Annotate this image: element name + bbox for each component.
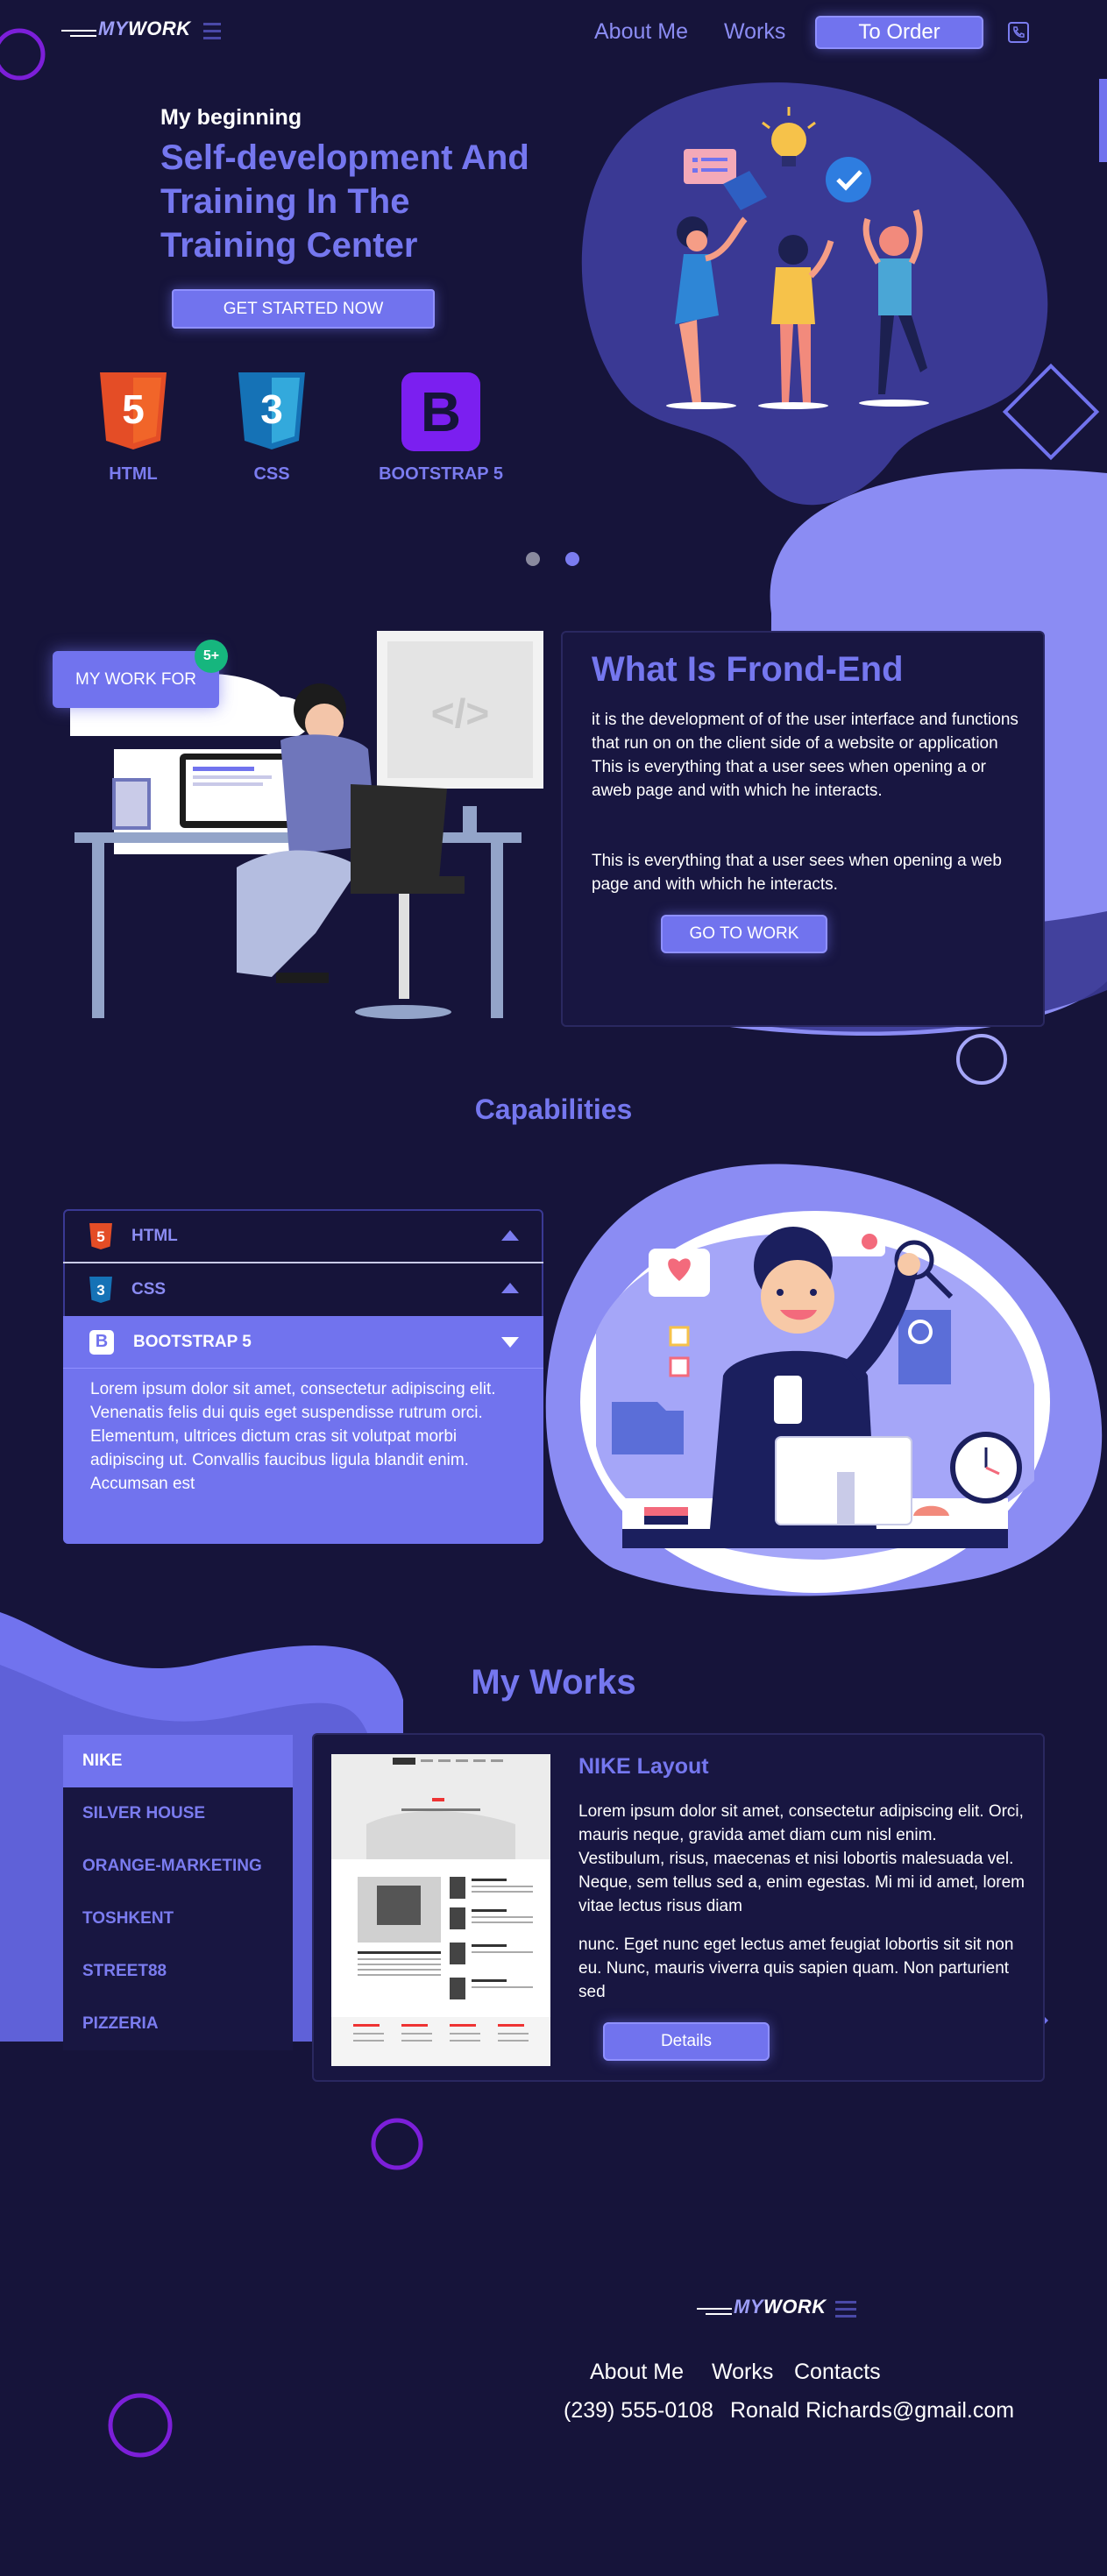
bootstrap-icon: B bbox=[401, 372, 480, 451]
logo-dash bbox=[203, 23, 221, 25]
logo-my: MY bbox=[98, 18, 128, 39]
html5-icon: 5 bbox=[89, 1223, 112, 1249]
html5-icon: 5 bbox=[100, 372, 167, 449]
accordion-expanded-text: Lorem ipsum dolor sit amet, consectetur … bbox=[90, 1380, 496, 1493]
hero-subtitle: My beginning bbox=[160, 105, 302, 130]
svg-text:3: 3 bbox=[260, 386, 283, 432]
logo-work: WORK bbox=[128, 18, 191, 39]
nike-layout-preview bbox=[331, 1754, 550, 2066]
bootstrap-icon: B bbox=[89, 1329, 114, 1355]
header-logo[interactable]: MYWORK bbox=[61, 18, 221, 40]
footer-link-works[interactable]: Works bbox=[712, 2360, 773, 2385]
nav-works[interactable]: Works bbox=[724, 19, 785, 45]
chevron-down-icon[interactable] bbox=[501, 1337, 519, 1348]
logo-speed-lines bbox=[706, 2313, 732, 2315]
frontend-paragraph-1: it is the development of of the user int… bbox=[592, 711, 1018, 800]
accordion-item-html[interactable]: 5 HTML bbox=[63, 1211, 543, 1263]
logo-speed-lines bbox=[70, 35, 96, 37]
works-item-nike[interactable]: NIKE bbox=[63, 1735, 293, 1787]
footer-phone[interactable]: (239) 555-0108 bbox=[564, 2398, 713, 2424]
code-glyph: </> bbox=[431, 690, 490, 736]
frontend-title: What Is Frond-End bbox=[592, 650, 904, 689]
hero-title: Self-development And Training In The Tra… bbox=[160, 138, 529, 265]
phone-icon[interactable] bbox=[1008, 22, 1029, 43]
project-paragraph-1: Lorem ipsum dolor sit amet, consectetur … bbox=[578, 1802, 1025, 1915]
logo-speed-lines bbox=[61, 30, 96, 32]
tech-label-bootstrap: BOOTSTRAP 5 bbox=[379, 464, 503, 484]
svg-text:5: 5 bbox=[96, 1228, 104, 1245]
footer-logo[interactable]: MYWORK bbox=[697, 2296, 856, 2318]
accordion-label: HTML bbox=[131, 1227, 178, 1245]
my-works-title: My Works bbox=[471, 1663, 636, 1702]
my-work-badge-label: MY WORK FOR bbox=[75, 669, 196, 689]
svg-text:5: 5 bbox=[122, 386, 145, 432]
works-item-pizzeria[interactable]: PIZZERIA bbox=[63, 1998, 293, 2050]
footer-email[interactable]: Ronald Richards@gmail.com bbox=[730, 2398, 1014, 2424]
work-count-badge: 5+ bbox=[195, 640, 228, 673]
work-count-value: 5+ bbox=[202, 648, 220, 663]
works-item-toshkent[interactable]: TOSHKENT bbox=[63, 1893, 293, 1945]
tech-label-html: HTML bbox=[109, 464, 158, 484]
css3-icon: 3 bbox=[89, 1277, 112, 1303]
logo-my: MY bbox=[734, 2296, 763, 2318]
footer-link-about-me[interactable]: About Me bbox=[590, 2360, 684, 2385]
works-item-street88[interactable]: STREET88 bbox=[63, 1945, 293, 1998]
hero-illustration bbox=[666, 107, 929, 409]
capabilities-illustration bbox=[580, 1211, 1050, 1593]
chevron-up-icon[interactable] bbox=[501, 1283, 519, 1293]
footer-link-contacts[interactable]: Contacts bbox=[794, 2360, 881, 2385]
logo-work: WORK bbox=[763, 2296, 827, 2318]
get-started-button[interactable]: GET STARTED NOW bbox=[172, 289, 435, 329]
project-paragraph-2: nunc. Eget nunc eget lectus amet feugiat… bbox=[578, 1936, 1014, 2001]
to-order-button[interactable]: To Order bbox=[815, 16, 983, 49]
works-item-orange-marketing[interactable]: ORANGE-MARKETING bbox=[63, 1840, 293, 1893]
logo-speed-lines bbox=[697, 2308, 732, 2310]
accordion-label: CSS bbox=[131, 1280, 167, 1299]
works-detail-card: NIKE Layout Lorem ipsum dolor sit amet, … bbox=[312, 1733, 1045, 2082]
works-item-silver-house[interactable]: SILVER HOUSE bbox=[63, 1787, 293, 1840]
project-title: NIKE Layout bbox=[578, 1754, 709, 1779]
frontend-paragraph-2: This is everything that a user sees when… bbox=[592, 852, 1002, 894]
accordion-item-css[interactable]: 3 CSS bbox=[63, 1263, 543, 1316]
slider-dot-2[interactable] bbox=[565, 552, 579, 566]
go-to-work-button[interactable]: GO TO WORK bbox=[661, 915, 827, 953]
tech-label-css: CSS bbox=[253, 464, 290, 484]
details-button[interactable]: Details bbox=[603, 2022, 770, 2061]
slider-dot-1[interactable] bbox=[526, 552, 540, 566]
css3-icon: 3 bbox=[238, 372, 305, 449]
accordion-label: BOOTSTRAP 5 bbox=[133, 1332, 252, 1351]
frontend-card: What Is Frond-End it is the development … bbox=[561, 631, 1045, 1027]
nav-about-me[interactable]: About Me bbox=[594, 19, 688, 45]
chevron-up-icon[interactable] bbox=[501, 1230, 519, 1241]
svg-text:3: 3 bbox=[96, 1282, 104, 1299]
logo-dash bbox=[835, 2301, 856, 2304]
capabilities-title: Capabilities bbox=[474, 1093, 633, 1125]
accordion-item-bootstrap[interactable]: B BOOTSTRAP 5 bbox=[63, 1316, 543, 1369]
